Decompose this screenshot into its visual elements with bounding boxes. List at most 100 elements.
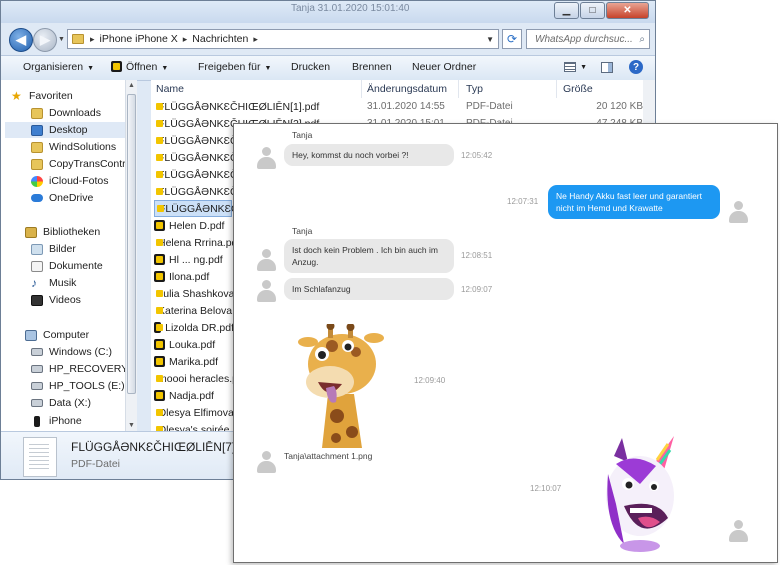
nav-item-copytranscontrol[interactable]: CopyTransControl xyxy=(31,156,125,172)
file-row[interactable]: Julia Shashkova.pdf xyxy=(154,285,252,302)
scroll-up-icon[interactable]: ▲ xyxy=(128,82,135,89)
attachment-filename[interactable]: Tanja\attachment 1.png xyxy=(284,451,372,461)
nav-item-iphone[interactable]: iPhone xyxy=(31,413,125,429)
pdf-file-icon xyxy=(154,356,165,367)
print-button[interactable]: Drucken xyxy=(291,61,330,73)
icloud-photos-icon xyxy=(31,175,43,187)
library-icon xyxy=(25,226,37,238)
nav-libraries-header[interactable]: Bibliotheken xyxy=(25,224,125,240)
pdf-icon xyxy=(111,61,122,72)
nav-computer-label: Computer xyxy=(43,329,90,341)
nav-item-dokumente[interactable]: Dokumente xyxy=(31,258,125,274)
file-row[interactable]: Hl ... ng.pdf xyxy=(154,251,234,268)
nav-item-label: Dokumente xyxy=(49,260,103,272)
maximize-button[interactable]: □ xyxy=(580,2,605,19)
nav-scrollbar[interactable]: ▲ ▼ xyxy=(125,80,137,431)
nav-favorites-header[interactable]: ★ Favoriten xyxy=(11,88,135,104)
back-button[interactable]: ◀ xyxy=(9,28,33,52)
file-row[interactable]: Helena Rrrina.pdf xyxy=(154,234,240,251)
column-header-date[interactable]: Änderungsdatum xyxy=(367,80,447,98)
search-input[interactable]: WhatsApp durchsuc... ⌕ xyxy=(526,29,650,49)
share-button[interactable]: Freigeben für ▼ xyxy=(198,61,271,73)
refresh-button[interactable]: ⟳ xyxy=(502,29,522,49)
column-divider[interactable] xyxy=(361,80,362,98)
file-row[interactable]: Marika.pdf xyxy=(154,353,234,370)
column-divider[interactable] xyxy=(556,80,557,98)
nav-item-label: Data (X:) xyxy=(49,397,92,409)
file-row[interactable]: moooi heracles.pdf xyxy=(154,370,247,387)
address-dropdown-icon[interactable]: ▼ xyxy=(486,35,494,44)
file-row[interactable]: Ilona.pdf xyxy=(154,268,234,285)
file-row[interactable]: FLÜGGÅƏNKƐČHIŒØLIĒN[3].pdf xyxy=(154,132,319,149)
avatar-icon xyxy=(728,520,748,542)
new-folder-button[interactable]: Neuer Ordner xyxy=(412,61,476,73)
file-row[interactable]: FLÜGGÅƏNKƐČHIŒØLIĒN[1].pdf xyxy=(154,98,319,115)
nav-scrollbar-thumb[interactable] xyxy=(127,94,136,394)
nav-item-windows-c[interactable]: Windows (C:) xyxy=(31,344,125,360)
recent-pages-dropdown-icon[interactable]: ▼ xyxy=(58,36,65,43)
column-header-type[interactable]: Typ xyxy=(466,80,483,98)
folder-icon xyxy=(72,34,84,44)
organize-button[interactable]: Organisieren ▼ xyxy=(23,61,94,73)
nav-libraries-label: Bibliotheken xyxy=(43,226,101,238)
nav-item-onedrive[interactable]: OneDrive xyxy=(31,190,125,206)
file-row[interactable]: Olesya Elfimova.pdf xyxy=(154,404,251,421)
chevron-right-icon[interactable]: ▸ xyxy=(253,34,258,45)
pdf-file-icon xyxy=(154,390,165,401)
breadcrumb-nachrichten[interactable]: Nachrichten xyxy=(192,33,248,45)
chevron-right-icon[interactable]: ▸ xyxy=(90,34,95,45)
nav-item-label: iCloud-Fotos xyxy=(49,175,109,187)
nav-computer-header[interactable]: Computer xyxy=(25,327,125,343)
nav-item-label: CopyTransControl xyxy=(49,158,125,170)
nav-item-hp-tools[interactable]: HP_TOOLS (E:) xyxy=(31,378,125,394)
column-header-size[interactable]: Größe xyxy=(563,80,593,98)
file-row[interactable]: Louka.pdf xyxy=(154,336,234,353)
pdf-file-icon xyxy=(154,220,165,231)
computer-icon xyxy=(25,329,37,341)
preview-pane-icon[interactable] xyxy=(601,61,613,73)
file-row[interactable]: Lizolda DR.pdf xyxy=(154,319,234,336)
help-icon[interactable]: ? xyxy=(629,60,643,74)
nav-item-downloads[interactable]: Downloads xyxy=(31,105,125,121)
nav-item-desktop[interactable]: Desktop xyxy=(5,122,125,138)
folder-icon xyxy=(31,158,43,170)
chat-transcript: Tanja Hey, kommst du noch vorbei ?! 12:0… xyxy=(233,123,778,563)
chevron-right-icon[interactable]: ▸ xyxy=(183,34,188,45)
view-options-icon[interactable] xyxy=(564,62,577,72)
nav-item-label: Bilder xyxy=(49,243,76,255)
view-dropdown-icon[interactable]: ▼ xyxy=(580,64,587,71)
address-bar[interactable]: ▸ iPhone iPhone X ▸ Nachrichten ▸ ▼ xyxy=(67,29,499,49)
burn-button[interactable]: Brennen xyxy=(352,61,392,73)
scroll-down-icon[interactable]: ▼ xyxy=(128,422,135,429)
nav-item-icloud-fotos[interactable]: iCloud-Fotos xyxy=(31,173,125,189)
file-row[interactable]: Katerina Belova.pdf xyxy=(154,302,250,319)
close-button[interactable]: ✕ xyxy=(606,2,649,19)
nav-item-windsolutions[interactable]: WindSolutions xyxy=(31,139,125,155)
nav-item-label: OneDrive xyxy=(49,192,94,204)
downloads-folder-icon xyxy=(31,107,43,119)
nav-item-videos[interactable]: Videos xyxy=(31,292,125,308)
message-timestamp: 12:08:51 xyxy=(461,251,493,260)
nav-item-hp-recovery[interactable]: HP_RECOVERY (D:) xyxy=(31,361,125,377)
open-button[interactable]: Öffnen ▼ xyxy=(111,61,168,73)
nav-item-musik[interactable]: ♪ Musik xyxy=(31,275,125,291)
minimize-button[interactable]: ▁ xyxy=(554,2,579,19)
file-row[interactable]: FLÜGGÅƏNKƐČHIŒØLIĒN[5].pdf xyxy=(154,166,319,183)
nav-item-data-x[interactable]: Data (X:) xyxy=(31,395,125,411)
file-row[interactable]: Helen D.pdf xyxy=(154,217,234,234)
file-row[interactable]: FLÜGGÅƏNKƐČHIŒØLIĒN[6].pdf xyxy=(154,183,319,200)
nav-item-bilder[interactable]: Bilder xyxy=(31,241,125,257)
title-bar[interactable]: Tanja 31.01.2020 15:01:40 ▁ □ ✕ xyxy=(1,1,655,23)
file-row[interactable]: FLÜGGÅƏNKƐČHIŒØLIĒN[7].pdf xyxy=(154,200,320,217)
file-row[interactable]: FLÜGGÅƏNKƐČHIŒØLIĒN[2].pdf xyxy=(154,115,319,132)
file-row[interactable]: FLÜGGÅƏNKƐČHIŒØLIĒN[4].pdf xyxy=(154,149,319,166)
file-name: Marika.pdf xyxy=(169,355,219,368)
column-divider[interactable] xyxy=(458,80,459,98)
column-header-name[interactable]: Name xyxy=(156,80,184,98)
organize-label: Organisieren xyxy=(23,61,84,73)
forward-button[interactable]: ▶ xyxy=(33,28,57,52)
breadcrumb-iphone[interactable]: iPhone iPhone X xyxy=(100,33,178,45)
file-row[interactable]: Nadja.pdf xyxy=(154,387,234,404)
message-sender: Tanja xyxy=(292,226,313,236)
details-file-name: FLÜGGÅƏNKƐČHIŒØLIĒN[7].pdf xyxy=(71,440,256,454)
